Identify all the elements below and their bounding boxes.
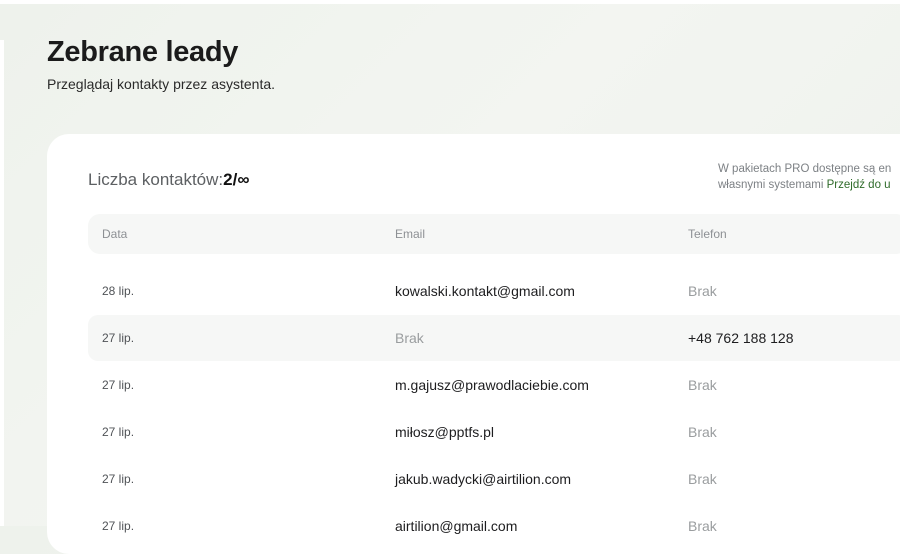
table-row[interactable]: 27 lip. airtilion@gmail.com Brak: [88, 503, 900, 549]
upgrade-link[interactable]: Przejdź do u: [827, 179, 891, 191]
window-top-edge: [0, 0, 900, 4]
table-row[interactable]: 27 lip. m.gajusz@prawodlaciebie.com Brak: [88, 362, 900, 408]
cell-date: 27 lip.: [102, 472, 135, 486]
cell-date: 27 lip.: [102, 331, 135, 345]
cell-phone: Brak: [688, 377, 717, 393]
contacts-count: Liczba kontaktów:2/∞: [88, 170, 249, 190]
page-title: Zebrane leady: [47, 36, 239, 68]
cell-phone: +48 762 188 128: [688, 330, 794, 346]
cell-date: 28 lip.: [102, 284, 135, 298]
cell-email: jakub.wadycki@airtilion.com: [395, 471, 572, 487]
column-header-email[interactable]: Email: [395, 214, 425, 254]
table-row[interactable]: 27 lip. miłosz@pptfs.pl Brak: [88, 409, 900, 455]
cell-email: Brak: [395, 330, 424, 346]
leads-table: Data Email Telefon 28 lip. kowalski.kont…: [88, 214, 900, 550]
promo-line-1: W pakietach PRO dostępne są en: [718, 163, 892, 175]
leads-card: Liczba kontaktów:2/∞ W pakietach PRO dos…: [47, 134, 900, 554]
promo-line-2: własnymi systemami Przejdź do u: [718, 178, 891, 194]
contacts-count-value: 2/∞: [223, 170, 250, 189]
table-row[interactable]: 28 lip. kowalski.kontakt@gmail.com Brak: [88, 268, 900, 314]
cell-email: m.gajusz@prawodlaciebie.com: [395, 377, 589, 393]
column-header-phone[interactable]: Telefon: [688, 214, 727, 254]
column-header-date[interactable]: Data: [102, 214, 127, 254]
cell-phone: Brak: [688, 518, 717, 534]
cell-phone: Brak: [688, 283, 717, 299]
cell-email: airtilion@gmail.com: [395, 518, 518, 534]
cell-phone: Brak: [688, 471, 717, 487]
cell-email: miłosz@pptfs.pl: [395, 424, 495, 440]
table-body: 28 lip. kowalski.kontakt@gmail.com Brak …: [88, 268, 900, 549]
page-header: Zebrane leady Przeglądaj kontakty przez …: [47, 36, 275, 92]
promo-line-2-text: własnymi systemami: [718, 178, 827, 191]
sidebar-edge: [0, 40, 4, 526]
table-row[interactable]: 27 lip. jakub.wadycki@airtilion.com Brak: [88, 456, 900, 502]
table-row[interactable]: 27 lip. Brak +48 762 188 128: [88, 315, 900, 361]
pro-promo-text: W pakietach PRO dostępne są en własnymi …: [718, 162, 891, 193]
cell-date: 27 lip.: [102, 378, 135, 392]
cell-date: 27 lip.: [102, 519, 135, 533]
cell-date: 27 lip.: [102, 425, 135, 439]
table-header: Data Email Telefon: [88, 214, 900, 254]
cell-phone: Brak: [688, 424, 717, 440]
cell-email: kowalski.kontakt@gmail.com: [395, 283, 575, 299]
page-subtitle: Przeglądaj kontakty przez asystenta.: [47, 76, 276, 92]
contacts-count-label: Liczba kontaktów:: [88, 170, 224, 189]
